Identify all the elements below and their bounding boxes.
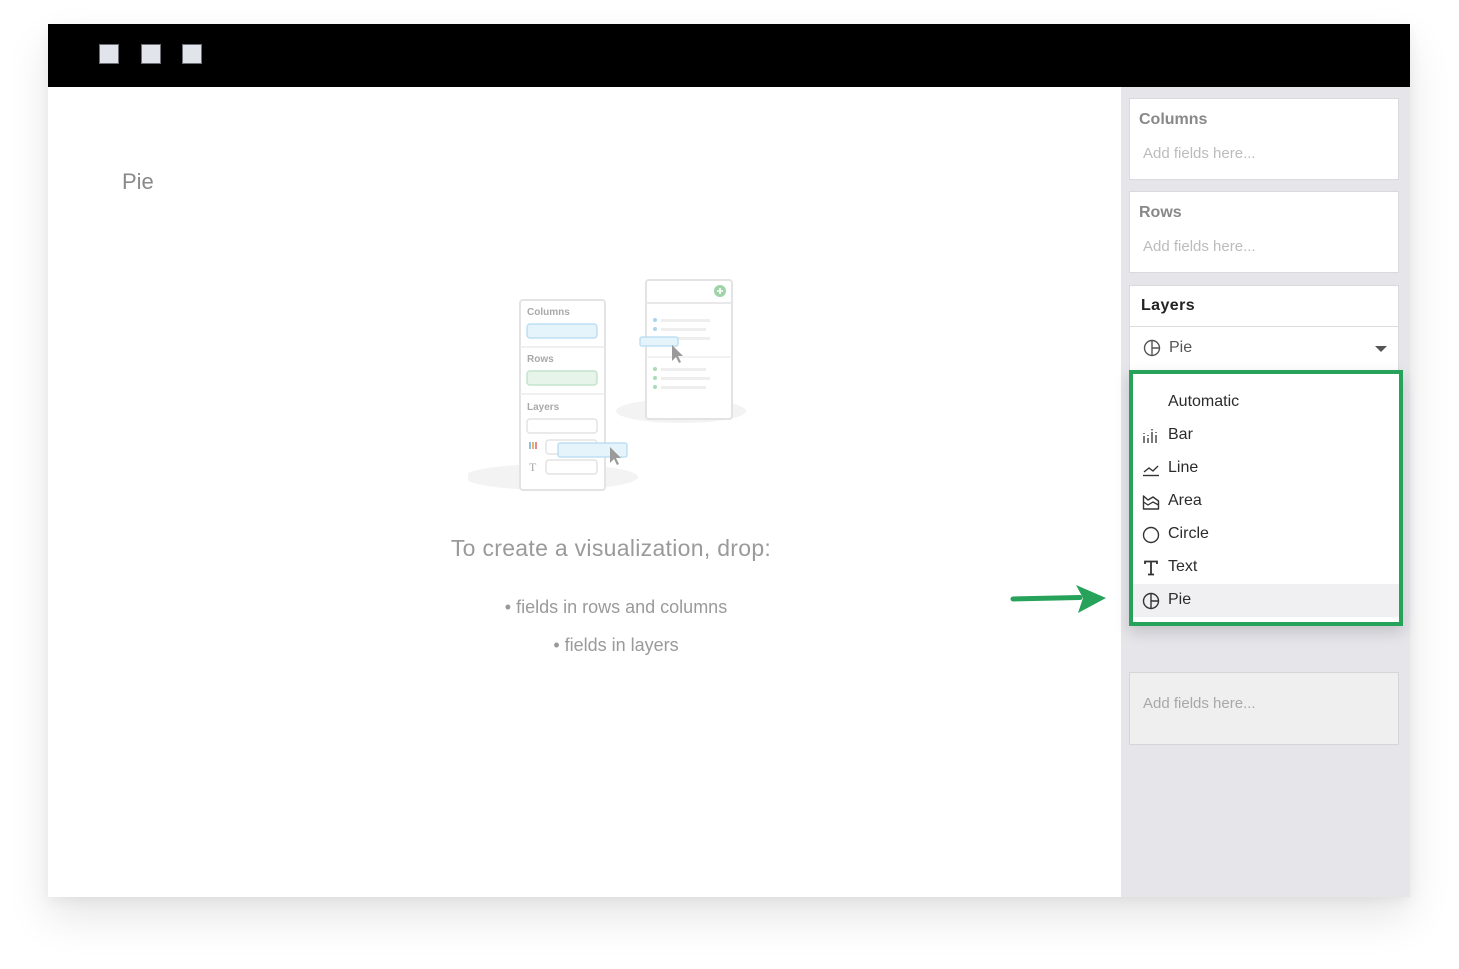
empty-state-item: • fields in layers [553,635,679,655]
visualization-canvas: Pie Columns Rows Layers T To create a vi… [48,87,1121,897]
dropdown-item-line[interactable]: Line [1133,452,1399,485]
layer-fields-shelf[interactable]: Add fields here... [1129,672,1399,745]
dropdown-item-label: Pie [1168,591,1192,608]
dropdown-item-text[interactable]: Text [1133,551,1399,584]
annotation-arrow-icon [1010,585,1106,613]
window-control-button[interactable] [182,44,202,64]
window-control-button[interactable] [141,44,161,64]
circle-icon [1142,526,1160,544]
bar-chart-icon [1143,429,1157,443]
columns-shelf[interactable]: Columns Add fields here... [1129,98,1399,180]
visualization-title[interactable]: Pie [122,169,154,195]
layers-shelf: Layers Pie [1129,285,1399,373]
dropdown-item-label: Text [1168,558,1198,575]
dropdown-item-label: Line [1168,459,1199,476]
dropdown-item-label: Bar [1168,426,1193,443]
dropdown-item-label: Circle [1168,525,1209,542]
dropdown-item-circle[interactable]: Circle [1133,518,1399,551]
layer-type-select[interactable]: Pie [1130,327,1398,369]
illustration-columns-label: Columns [527,307,570,318]
dropdown-item-area[interactable]: Area [1133,485,1399,518]
text-icon [1144,560,1158,576]
rows-drop-zone[interactable]: Add fields here... [1143,238,1256,255]
rows-shelf[interactable]: Rows Add fields here... [1129,191,1399,273]
columns-drop-zone[interactable]: Add fields here... [1143,145,1256,162]
dropdown-item-label: Automatic [1168,393,1240,410]
pie-icon [1143,339,1161,357]
rows-shelf-title: Rows [1139,204,1182,221]
empty-state-illustration: Columns Rows Layers T [468,279,746,491]
layer-fields-drop-zone[interactable]: Add fields here... [1143,695,1256,712]
dropdown-item-automatic[interactable]: Automatic [1133,386,1399,419]
empty-state-heading: To create a visualization, drop: [450,535,772,561]
dropdown-item-pie[interactable]: Pie [1133,584,1399,617]
title-bar [48,24,1410,87]
layer-type-dropdown: Automatic Bar Line Area Circle Text Pie [1129,370,1403,626]
dropdown-item-label: Area [1168,492,1202,509]
illustration-layers-label: Layers [527,402,560,413]
window-control-button[interactable] [99,44,119,64]
pie-icon [1142,592,1160,610]
layer-type-selected: Pie [1169,339,1193,356]
columns-shelf-title: Columns [1139,111,1208,128]
illustration-text-glyph: T [529,460,537,474]
dropdown-item-bar[interactable]: Bar [1133,419,1399,452]
illustration-rows-label: Rows [527,354,554,365]
layers-shelf-title: Layers [1141,297,1195,314]
area-chart-icon [1142,495,1160,510]
line-chart-icon [1143,465,1159,477]
chevron-down-icon[interactable] [1375,346,1387,352]
